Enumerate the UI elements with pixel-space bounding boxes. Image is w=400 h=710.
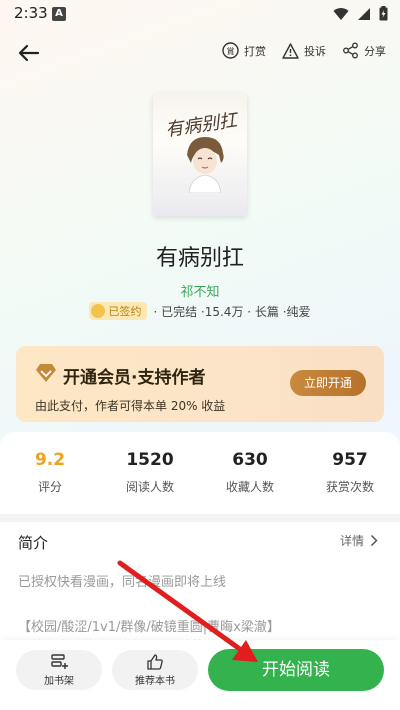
stat-value: 630 bbox=[232, 450, 268, 470]
report-button[interactable]: 投诉 bbox=[282, 42, 326, 59]
wifi-icon bbox=[333, 7, 349, 20]
share-button[interactable]: 分享 bbox=[342, 42, 386, 59]
recommend-button[interactable]: 推荐本书 bbox=[112, 650, 198, 690]
top-bar: 賞 打赏 投诉 分享 bbox=[0, 34, 400, 70]
stat-value: 1520 bbox=[126, 450, 174, 470]
stat-rating: 9.2 评分 bbox=[0, 450, 100, 495]
stat-label: 收藏人数 bbox=[225, 480, 274, 494]
intro-details-link[interactable]: 详情 bbox=[340, 532, 378, 549]
chevron-right-icon bbox=[370, 534, 378, 547]
intro-text: 【校园/酸涩/1v1/群像/破镜重圆|曹晦x梁澈】 bbox=[18, 620, 280, 635]
thumbs-up-icon bbox=[147, 654, 163, 670]
details-label: 详情 bbox=[339, 534, 364, 548]
vip-title: 开通会员·支持作者 bbox=[63, 368, 206, 388]
stat-label: 获赏次数 bbox=[325, 480, 374, 494]
status-time: 2:33 bbox=[14, 4, 48, 22]
top-actions: 賞 打赏 投诉 分享 bbox=[222, 42, 386, 59]
vip-subtitle: 由此支付，作者可得本单 20% 收益 bbox=[35, 399, 226, 413]
bookshelf-icon bbox=[51, 654, 68, 669]
shelf-label: 加书架 bbox=[44, 676, 74, 687]
notification-icon: A bbox=[52, 7, 66, 21]
add-to-shelf-button[interactable]: 加书架 bbox=[16, 650, 102, 690]
svg-text:賞: 賞 bbox=[227, 46, 235, 56]
signed-icon bbox=[91, 304, 106, 318]
stat-readers: 1520 阅读人数 bbox=[100, 450, 200, 495]
stat-favorites: 630 收藏人数 bbox=[200, 450, 300, 495]
battery-icon bbox=[379, 6, 388, 21]
stats-row: 9.2 评分 1520 阅读人数 630 收藏人数 957 获赏次数 bbox=[0, 450, 400, 495]
cover-illustration bbox=[187, 137, 224, 193]
status-icons bbox=[333, 6, 388, 21]
signed-badge: 已签约 bbox=[89, 302, 148, 320]
reward-label: 打赏 bbox=[244, 44, 266, 58]
reward-button[interactable]: 賞 打赏 bbox=[222, 42, 266, 59]
stat-label: 阅读人数 bbox=[125, 480, 174, 494]
book-cover[interactable]: 有病别扛 bbox=[153, 93, 247, 216]
stat-value: 9.2 bbox=[34, 450, 66, 470]
intro-text: 已授权快看漫画，同名漫画即将上线 bbox=[18, 575, 227, 590]
stat-rewards: 957 获赏次数 bbox=[300, 450, 400, 495]
recommend-label: 推荐本书 bbox=[135, 676, 175, 687]
bottom-action-bar: 加书架 推荐本书 开始阅读 bbox=[0, 640, 400, 710]
signal-icon bbox=[358, 7, 370, 20]
start-reading-button[interactable]: 开始阅读 bbox=[208, 649, 384, 691]
back-arrow-icon[interactable] bbox=[16, 40, 42, 66]
stat-label: 评分 bbox=[37, 480, 62, 494]
diamond-icon bbox=[36, 364, 56, 382]
stat-value: 957 bbox=[332, 450, 368, 470]
book-title: 有病别扛 bbox=[155, 246, 244, 271]
author-link[interactable]: 祁不知 bbox=[0, 281, 400, 300]
status-bar: 2:33 A bbox=[0, 0, 400, 28]
open-vip-button[interactable]: 立即开通 bbox=[290, 370, 366, 396]
meta-text: · 已完结 ·15.4万 · 长篇 ·纯爱 bbox=[153, 304, 311, 319]
report-label: 投诉 bbox=[304, 44, 326, 58]
share-icon bbox=[343, 42, 358, 59]
book-meta: 已签约 · 已完结 ·15.4万 · 长篇 ·纯爱 bbox=[0, 302, 400, 320]
share-label: 分享 bbox=[364, 44, 386, 58]
section-divider bbox=[0, 514, 400, 522]
warning-icon bbox=[282, 42, 299, 59]
vip-promo-card[interactable]: 开通会员·支持作者 由此支付，作者可得本单 20% 收益 立即开通 bbox=[16, 346, 384, 422]
intro-heading: 简介 bbox=[18, 534, 49, 552]
reward-icon: 賞 bbox=[222, 42, 239, 59]
signed-label: 已签约 bbox=[108, 305, 142, 318]
